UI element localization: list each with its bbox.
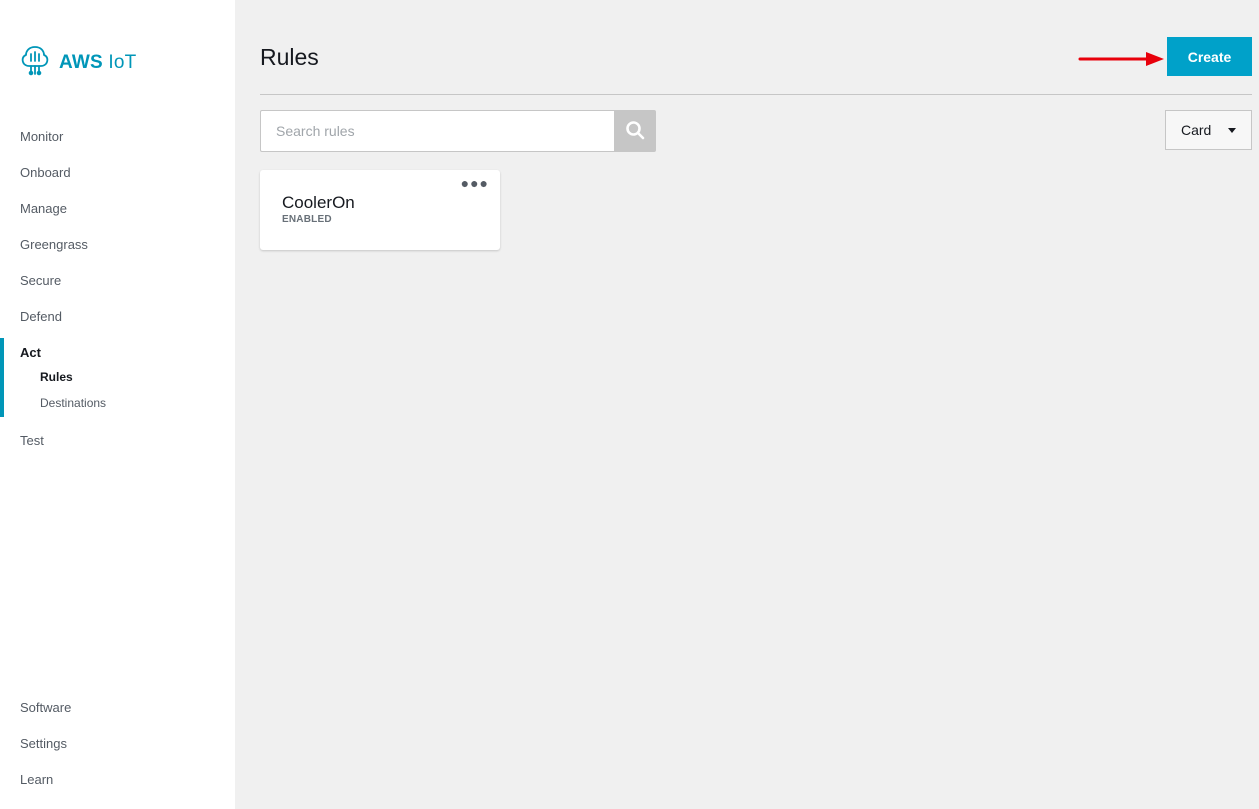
sidebar-item-learn[interactable]: Learn — [20, 772, 53, 787]
divider — [260, 94, 1252, 95]
view-mode-value: Card — [1181, 122, 1212, 138]
logo[interactable]: AWS IoT — [20, 44, 136, 81]
brand-name: AWS IoT — [59, 51, 137, 73]
sidebar-item-settings[interactable]: Settings — [20, 736, 67, 751]
aws-iot-logo-icon — [20, 44, 50, 81]
main-content: Rules Create Card ●●● CoolerOn ENABLED — [235, 0, 1259, 809]
sidebar-subitem-destinations[interactable]: Destinations — [40, 396, 106, 410]
sidebar-item-defend[interactable]: Defend — [20, 309, 62, 324]
rule-name: CoolerOn — [282, 193, 355, 212]
more-options-icon[interactable]: ●●● — [461, 176, 489, 190]
arrow-right-icon — [1078, 52, 1164, 66]
sidebar: AWS IoT Monitor Onboard Manage Greengras… — [0, 0, 235, 809]
view-mode-select[interactable]: Card — [1165, 110, 1252, 150]
sidebar-item-test[interactable]: Test — [20, 433, 44, 448]
sidebar-item-onboard[interactable]: Onboard — [20, 165, 71, 180]
sidebar-item-secure[interactable]: Secure — [20, 273, 61, 288]
sidebar-item-greengrass[interactable]: Greengrass — [20, 237, 88, 252]
search-icon — [625, 120, 645, 143]
active-indicator — [0, 338, 4, 417]
sidebar-item-act[interactable]: Act — [20, 345, 41, 360]
sidebar-item-software[interactable]: Software — [20, 700, 71, 715]
sidebar-item-manage[interactable]: Manage — [20, 201, 67, 216]
rule-status: ENABLED — [282, 214, 332, 225]
rule-card[interactable]: ●●● CoolerOn ENABLED — [260, 170, 500, 250]
create-button[interactable]: Create — [1167, 37, 1252, 76]
search-button[interactable] — [614, 110, 656, 152]
search-input[interactable] — [260, 110, 615, 152]
page-title: Rules — [260, 44, 319, 70]
sidebar-item-monitor[interactable]: Monitor — [20, 129, 63, 144]
sidebar-subitem-rules[interactable]: Rules — [40, 370, 73, 384]
caret-down-icon — [1228, 128, 1236, 133]
